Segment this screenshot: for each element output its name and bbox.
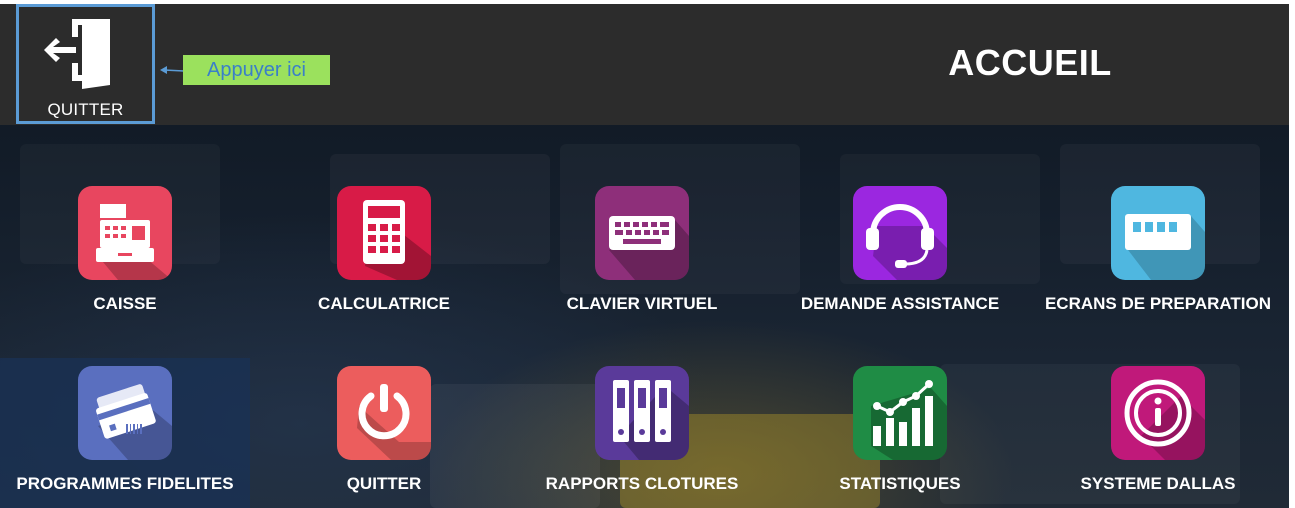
- tile-label: QUITTER: [346, 474, 422, 493]
- tile-icon-bg: [1111, 186, 1205, 280]
- tile-icon-bg: [1111, 366, 1205, 460]
- tile-calculatrice[interactable]: CALCULATRICE: [259, 178, 509, 328]
- display-screen-icon: [1125, 214, 1191, 250]
- keyboard-icon: [609, 216, 675, 250]
- tile-icon-bg: [337, 186, 431, 280]
- statistics-chart-icon: [873, 380, 933, 446]
- tile-icon-bg: [595, 186, 689, 280]
- tile-icon-bg: [595, 366, 689, 460]
- app-window: QUITTER Appuyer ici ACCUEIL CAISSE CALCU…: [0, 4, 1289, 508]
- tile-label: SYSTEME DALLAS: [1080, 474, 1236, 493]
- cash-register-icon: [96, 204, 154, 262]
- tile-label: ECRANS DE PREPARATION: [1044, 294, 1272, 313]
- tile-clavier-virtuel[interactable]: CLAVIER VIRTUEL: [517, 178, 767, 328]
- tile-icon-bg: [337, 366, 431, 460]
- power-icon: [358, 384, 410, 440]
- tile-caisse[interactable]: CAISSE: [0, 178, 250, 328]
- tile-demande-assistance[interactable]: DEMANDE ASSISTANCE: [775, 178, 1025, 328]
- tile-label: DEMANDE ASSISTANCE: [800, 294, 1000, 313]
- exit-door-icon: [44, 19, 110, 89]
- headset-icon: [866, 204, 934, 268]
- callout-hint: Appuyer ici: [183, 55, 330, 85]
- quit-button[interactable]: QUITTER: [16, 4, 155, 124]
- tile-rapports-clotures[interactable]: RAPPORTS CLOTURES: [517, 358, 767, 508]
- tile-label: CLAVIER VIRTUEL: [566, 294, 718, 313]
- tile-label: CAISSE: [93, 294, 157, 313]
- tile-icon-bg: [853, 366, 947, 460]
- tile-label: RAPPORTS CLOTURES: [545, 474, 739, 493]
- info-icon: [1124, 379, 1192, 447]
- tile-quitter[interactable]: QUITTER: [259, 358, 509, 508]
- tile-statistiques[interactable]: STATISTIQUES: [775, 358, 1025, 508]
- tile-icon-bg: [78, 186, 172, 280]
- tile-label: PROGRAMMES FIDELITES: [16, 474, 234, 493]
- tile-systeme-dallas[interactable]: SYSTEME DALLAS: [1033, 358, 1283, 508]
- tile-icon-bg: [78, 366, 172, 460]
- page-title: ACCUEIL: [948, 42, 1112, 83]
- tile-icon-bg: [853, 186, 947, 280]
- tile-label: STATISTIQUES: [839, 474, 961, 493]
- loyalty-cards-icon: [96, 384, 156, 439]
- quit-label: QUITTER: [47, 100, 124, 119]
- tile-label: CALCULATRICE: [318, 294, 450, 313]
- binders-icon: [613, 380, 671, 442]
- header-bar: QUITTER Appuyer ici ACCUEIL: [0, 4, 1289, 125]
- tile-ecrans-de-preparation[interactable]: ECRANS DE PREPARATION: [1033, 178, 1283, 328]
- calculator-icon: [363, 200, 405, 264]
- tile-programmes-fidelites[interactable]: PROGRAMMES FIDELITES: [0, 358, 250, 508]
